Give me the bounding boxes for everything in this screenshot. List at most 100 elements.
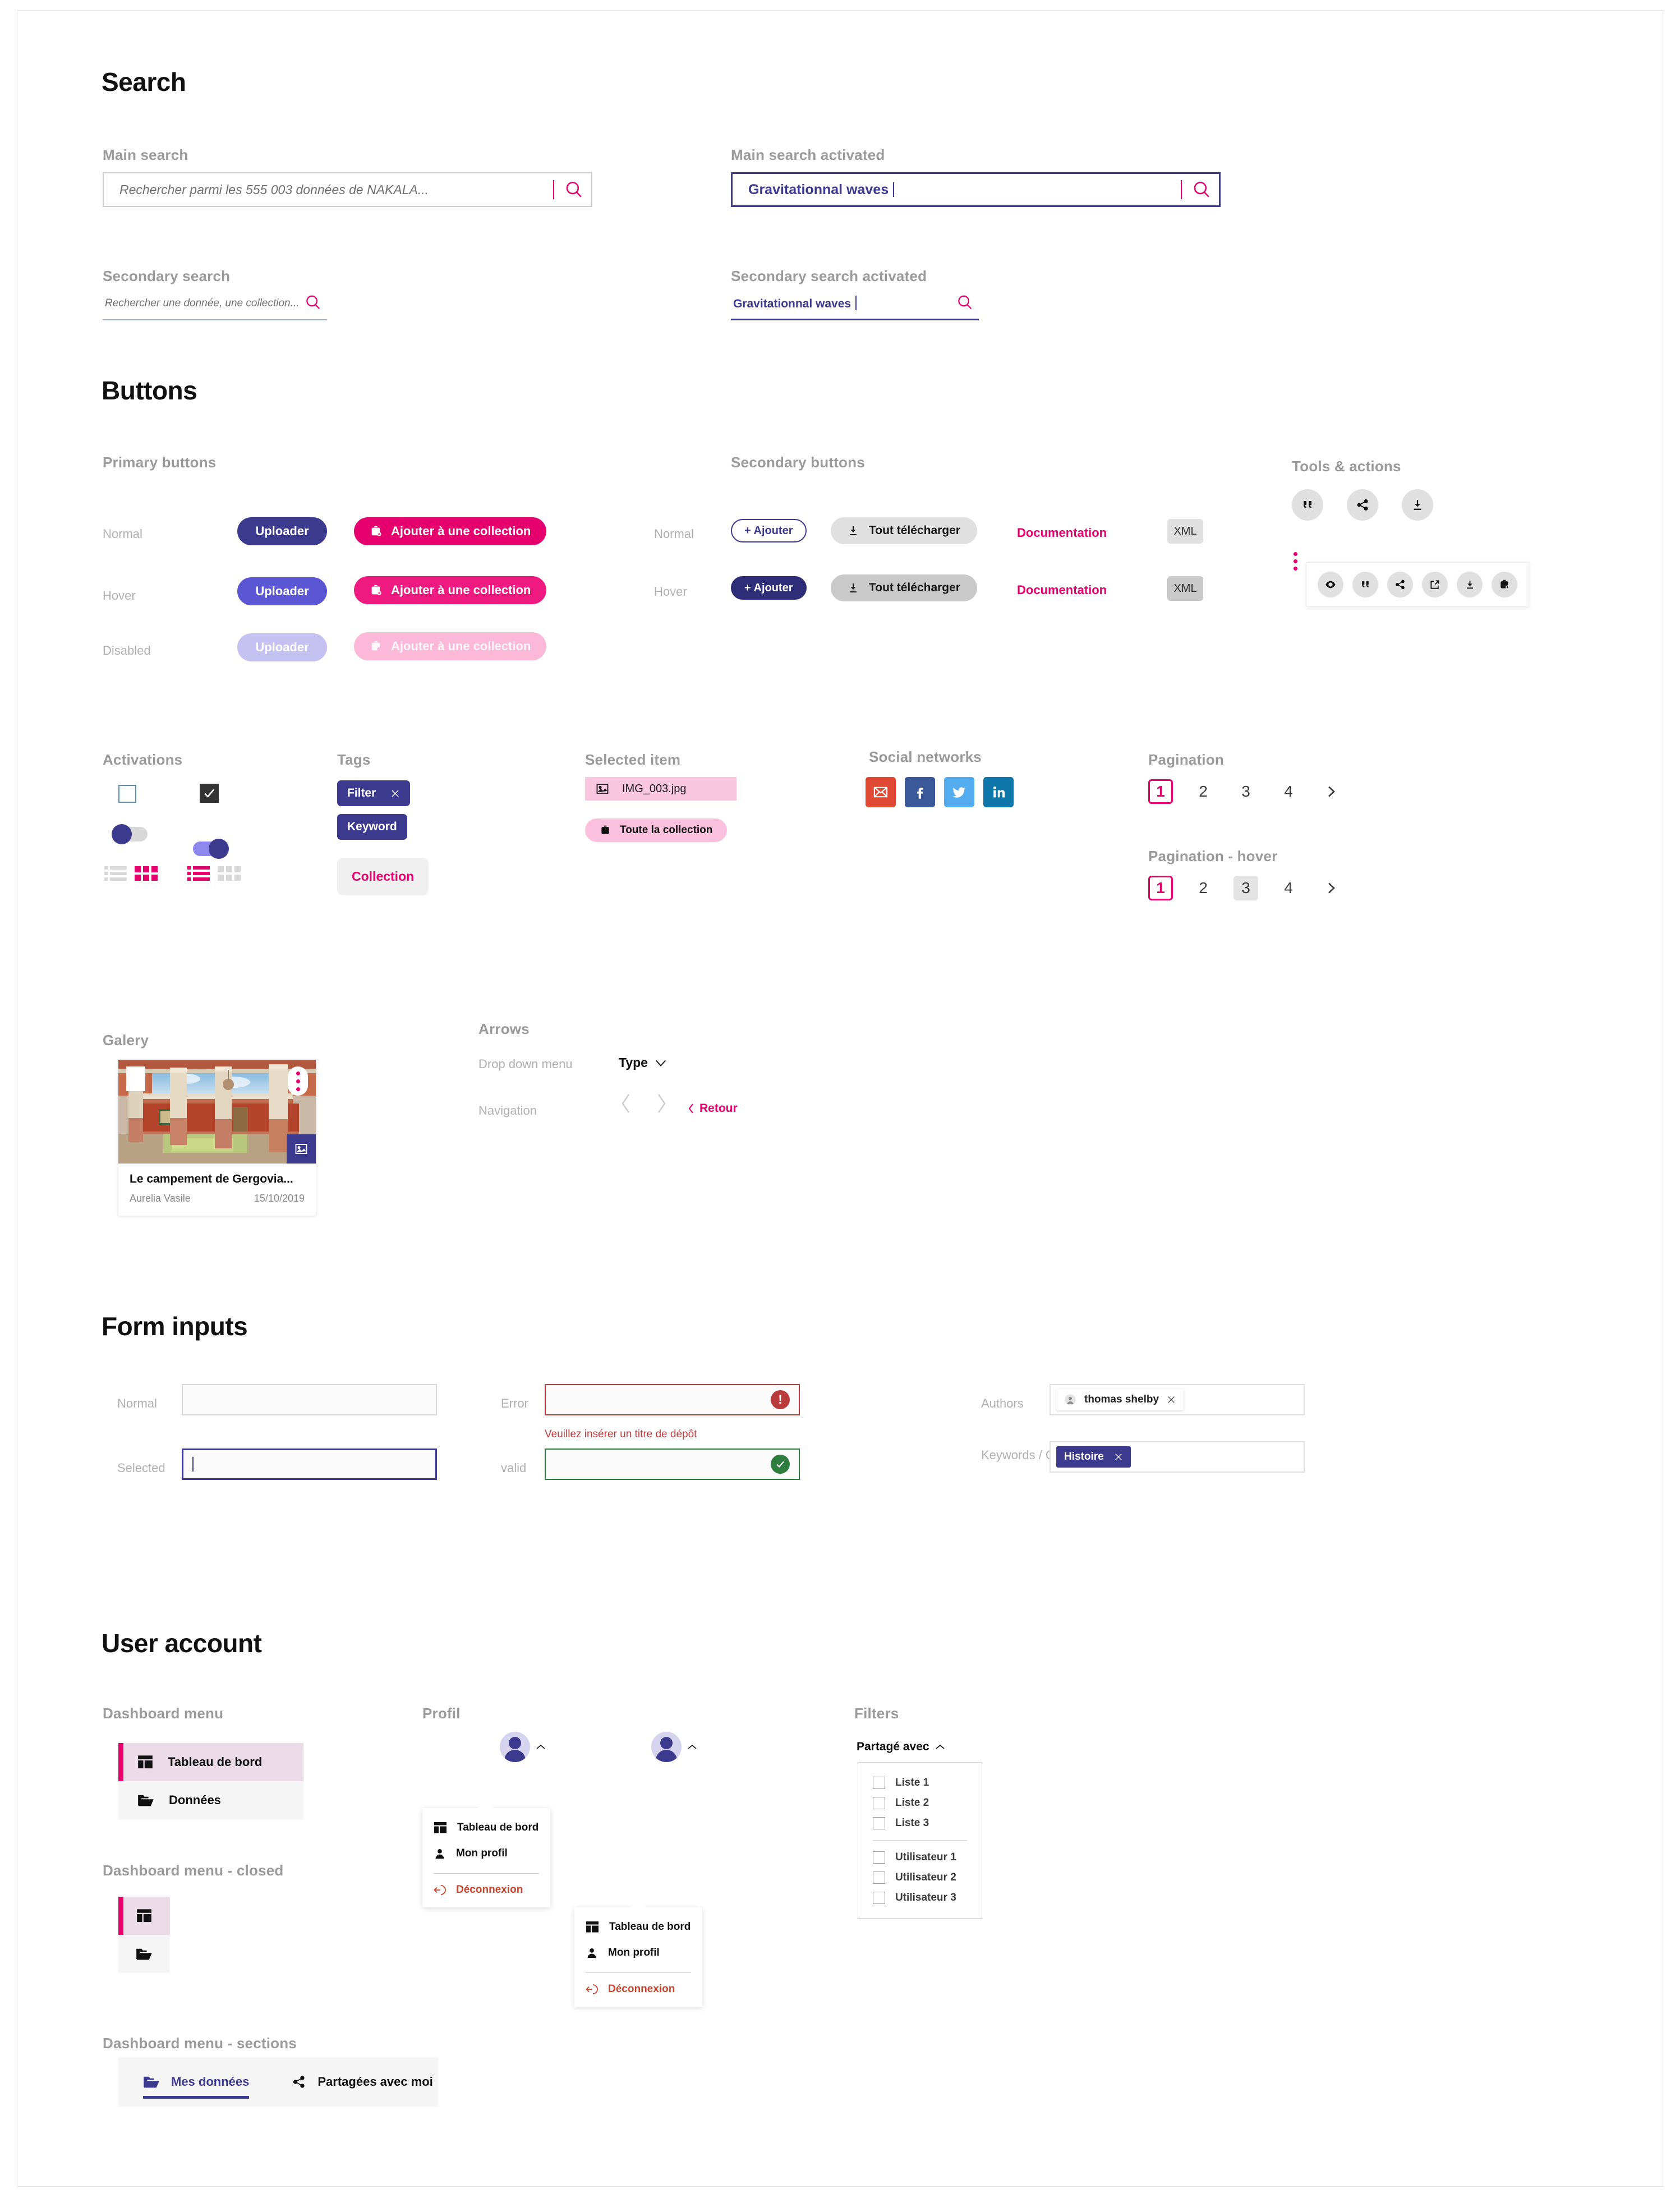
documentation-link-normal[interactable]: Documentation bbox=[1017, 526, 1107, 540]
kebab-menu-icon[interactable] bbox=[1294, 552, 1297, 571]
xml-chip-hover[interactable]: XML bbox=[1167, 576, 1203, 601]
filter-option-liste-3[interactable]: Liste 3 bbox=[858, 1813, 982, 1833]
documentation-link-hover[interactable]: Documentation bbox=[1017, 583, 1107, 597]
quote-icon[interactable] bbox=[1292, 489, 1323, 521]
tab-mes-donnees[interactable]: Mes données bbox=[143, 2057, 250, 2107]
linkedin-icon[interactable] bbox=[983, 777, 1014, 807]
input-valid[interactable] bbox=[545, 1449, 800, 1480]
checkbox-unchecked[interactable] bbox=[873, 1797, 885, 1809]
chevron-left-icon[interactable] bbox=[619, 1092, 633, 1115]
search-icon[interactable] bbox=[305, 294, 324, 313]
close-icon[interactable] bbox=[1114, 1452, 1123, 1461]
sidebar-item-donnees[interactable]: Données bbox=[118, 1781, 303, 1819]
select-checkbox-icon[interactable] bbox=[126, 1066, 145, 1091]
download-all-button-hover[interactable]: Tout télécharger bbox=[831, 574, 977, 601]
avatar[interactable] bbox=[500, 1732, 530, 1762]
search-icon[interactable] bbox=[564, 180, 583, 199]
view-toggle-grid-selected[interactable] bbox=[104, 866, 158, 881]
type-dropdown[interactable]: Type bbox=[619, 1055, 667, 1070]
back-link[interactable]: Retour bbox=[688, 1102, 738, 1115]
secondary-search-field[interactable]: Rechercher une donnée, une collection... bbox=[103, 291, 327, 320]
ajouter-button-normal[interactable]: + Ajouter bbox=[731, 519, 807, 542]
checkbox-unchecked[interactable] bbox=[873, 1851, 885, 1864]
add-to-collection-button-hover[interactable]: Ajouter à une collection bbox=[354, 576, 547, 604]
secondary-search-field-activated[interactable]: Gravitationnal waves bbox=[731, 291, 979, 320]
quote-icon[interactable] bbox=[1352, 572, 1378, 597]
pagination-page-3[interactable]: 3 bbox=[1233, 779, 1258, 804]
input-selected[interactable] bbox=[182, 1449, 437, 1480]
filter-option-liste-2[interactable]: Liste 2 bbox=[858, 1793, 982, 1813]
email-icon[interactable] bbox=[866, 777, 896, 807]
logout-button[interactable]: Déconnexion bbox=[434, 1884, 539, 1896]
close-icon[interactable] bbox=[1167, 1395, 1176, 1404]
tag-filter[interactable]: Filter bbox=[337, 780, 411, 806]
checkbox-unchecked[interactable] bbox=[118, 785, 136, 803]
add-to-collection-icon[interactable] bbox=[1492, 572, 1517, 597]
filters-header[interactable]: Partagé avec bbox=[857, 1740, 945, 1754]
download-all-button-normal[interactable]: Tout télécharger bbox=[831, 517, 977, 544]
chevron-up-icon[interactable] bbox=[687, 1744, 697, 1750]
pagination-page-2[interactable]: 2 bbox=[1191, 876, 1216, 900]
external-link-icon[interactable] bbox=[1422, 572, 1448, 597]
uploader-button-hover[interactable]: Uploader bbox=[237, 577, 327, 605]
uploader-button-normal[interactable]: Uploader bbox=[237, 517, 327, 545]
share-icon[interactable] bbox=[1387, 572, 1413, 597]
xml-chip-normal[interactable]: XML bbox=[1167, 519, 1203, 544]
menu-item-tableau-de-bord[interactable]: Tableau de bord bbox=[434, 1822, 539, 1834]
avatar-dropdown-2[interactable] bbox=[651, 1732, 697, 1762]
list-view-icon[interactable] bbox=[187, 866, 210, 881]
menu-item-mon-profil[interactable]: Mon profil bbox=[586, 1947, 691, 1959]
pagination-page-4[interactable]: 4 bbox=[1276, 779, 1301, 804]
add-to-collection-button-normal[interactable]: Ajouter à une collection bbox=[354, 517, 547, 545]
toggle-off[interactable] bbox=[112, 824, 148, 844]
download-icon[interactable] bbox=[1457, 572, 1483, 597]
author-chip[interactable]: thomas shelby bbox=[1056, 1389, 1184, 1410]
main-search-field-activated[interactable]: Gravitationnal waves bbox=[731, 172, 1221, 207]
checkbox-checked[interactable] bbox=[200, 784, 219, 803]
sidebar-item-tableau-de-bord-closed[interactable] bbox=[118, 1897, 170, 1935]
filter-option-liste-1[interactable]: Liste 1 bbox=[858, 1773, 982, 1793]
sidebar-item-donnees-closed[interactable] bbox=[118, 1935, 170, 1973]
checkbox-unchecked[interactable] bbox=[873, 1817, 885, 1829]
sidebar-item-tableau-de-bord[interactable]: Tableau de bord bbox=[118, 1743, 303, 1781]
ajouter-button-hover[interactable]: + Ajouter bbox=[731, 576, 807, 600]
checkbox-unchecked[interactable] bbox=[873, 1892, 885, 1904]
avatar[interactable] bbox=[651, 1732, 682, 1762]
keyword-chip[interactable]: Histoire bbox=[1056, 1446, 1131, 1468]
keywords-field[interactable]: Histoire bbox=[1050, 1441, 1305, 1473]
menu-item-mon-profil[interactable]: Mon profil bbox=[434, 1847, 539, 1860]
input-normal[interactable] bbox=[182, 1384, 437, 1415]
menu-item-tableau-de-bord[interactable]: Tableau de bord bbox=[586, 1921, 691, 1933]
checkbox-unchecked[interactable] bbox=[873, 1777, 885, 1789]
checkbox-unchecked[interactable] bbox=[873, 1871, 885, 1884]
download-icon[interactable] bbox=[1402, 489, 1433, 521]
list-view-icon[interactable] bbox=[104, 866, 127, 881]
eye-icon[interactable] bbox=[1318, 572, 1343, 597]
pagination-page-1[interactable]: 1 bbox=[1148, 876, 1173, 900]
tab-partagees-avec-moi[interactable]: Partagées avec moi bbox=[292, 2057, 433, 2107]
filter-option-utilisateur-1[interactable]: Utilisateur 1 bbox=[858, 1847, 982, 1868]
gallery-card[interactable]: Le campement de Gergovia... Aurelia Vasi… bbox=[118, 1060, 316, 1216]
chevron-right-icon[interactable] bbox=[654, 1092, 669, 1115]
whole-collection-pill[interactable]: Toute la collection bbox=[585, 818, 728, 842]
view-toggle-list-selected[interactable] bbox=[187, 866, 241, 881]
selected-item-row[interactable]: IMG_003.jpg bbox=[585, 777, 737, 801]
filter-option-utilisateur-3[interactable]: Utilisateur 3 bbox=[858, 1888, 982, 1908]
kebab-menu-icon[interactable] bbox=[288, 1066, 308, 1096]
twitter-icon[interactable] bbox=[944, 777, 974, 807]
grid-view-icon[interactable] bbox=[135, 866, 158, 881]
input-error[interactable]: ! bbox=[545, 1384, 800, 1415]
chevron-up-icon[interactable] bbox=[536, 1744, 546, 1750]
facebook-icon[interactable] bbox=[905, 777, 935, 807]
search-icon[interactable] bbox=[956, 294, 975, 313]
search-icon[interactable] bbox=[1192, 180, 1211, 199]
close-icon[interactable] bbox=[390, 789, 400, 798]
grid-view-icon[interactable] bbox=[218, 866, 241, 881]
share-icon[interactable] bbox=[1347, 489, 1378, 521]
pagination-page-3-hovered[interactable]: 3 bbox=[1233, 876, 1258, 900]
chevron-right-icon[interactable] bbox=[1319, 779, 1343, 804]
pagination-page-4[interactable]: 4 bbox=[1276, 876, 1301, 900]
avatar-dropdown-1[interactable] bbox=[500, 1732, 546, 1762]
main-search-field[interactable]: Rechercher parmi les 555 003 données de … bbox=[103, 172, 592, 207]
logout-button[interactable]: Déconnexion bbox=[586, 1983, 691, 1995]
